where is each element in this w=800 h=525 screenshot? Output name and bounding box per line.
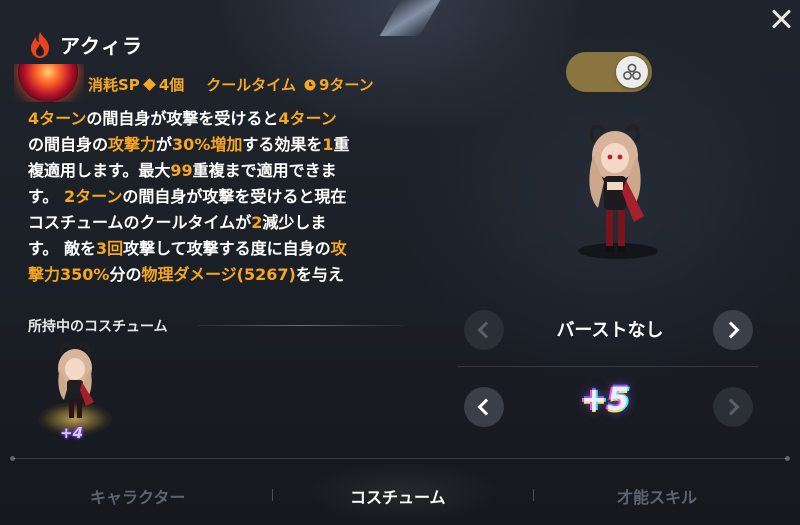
- description-line: す。 敵を3回攻撃して攻撃する度に自身の攻: [28, 236, 408, 262]
- tab-separator: [272, 489, 273, 501]
- skill-icon: [14, 64, 84, 102]
- chevron-left-icon: [477, 398, 495, 416]
- cooldown-value: 9ターン: [318, 76, 374, 94]
- highlight-text: 攻: [330, 239, 347, 258]
- description-text: が: [156, 135, 173, 154]
- upgrade-next-button[interactable]: [713, 387, 753, 427]
- cooldown-label: クールタイム: [206, 76, 296, 94]
- description-text: 複適用します。最大: [28, 161, 171, 180]
- tab-talent-skill[interactable]: 才能スキル: [617, 484, 697, 508]
- highlight-text: 1: [322, 135, 334, 154]
- highlight-text: 撃力350%: [28, 265, 110, 284]
- highlight-text: 物理ダメージ(5267): [141, 265, 296, 284]
- description-text: す。: [28, 187, 64, 206]
- divider: [198, 325, 403, 326]
- highlight-text: 4ターン: [28, 109, 87, 128]
- group-icon: [623, 63, 641, 80]
- tab-character[interactable]: キャラクター: [90, 484, 185, 508]
- description-text: 重複まで適用できま: [192, 161, 337, 180]
- description-line: 撃力350%分の物理ダメージ(5267)を与え: [28, 262, 408, 288]
- highlight-text: 4ターン: [278, 109, 337, 128]
- character-preview: [589, 124, 644, 252]
- description-text: す。 敵を: [28, 239, 96, 258]
- description-text: 重: [333, 135, 350, 154]
- highlight-text: 99: [170, 161, 193, 180]
- character-icon: [58, 343, 94, 418]
- tab-separator: [533, 489, 534, 501]
- skill-description[interactable]: 4ターンの間自身が攻撃を受けると4ターン の間自身の攻撃力が30%増加する効果を1…: [28, 106, 408, 298]
- description-line: 4ターンの間自身が攻撃を受けると4ターン: [28, 106, 408, 132]
- description-text: 分の: [109, 265, 142, 284]
- close-button[interactable]: [768, 6, 794, 32]
- highlight-text: 30%増加: [172, 135, 243, 154]
- toggle-knob: [616, 56, 648, 88]
- sp-cost-label: 消耗SP: [88, 76, 140, 94]
- highlight-text: 攻撃力: [108, 135, 157, 154]
- title-row: アクィラ: [28, 30, 143, 59]
- description-line: 複適用します。最大99重複まで適用できま: [28, 158, 408, 184]
- highlight-text: 3回: [95, 239, 124, 258]
- description-text: の間自身が攻撃を受けると現在: [122, 187, 347, 206]
- tab-costume[interactable]: コスチューム: [350, 484, 446, 508]
- description-line: す。 2ターンの間自身が攻撃を受けると現在: [28, 184, 408, 210]
- description-line: の間自身の攻撃力が30%増加する効果を1重: [28, 132, 408, 158]
- group-toggle[interactable]: [566, 52, 652, 92]
- description-text: 減少しま: [262, 213, 327, 232]
- chevron-right-icon: [722, 398, 740, 416]
- burst-next-button[interactable]: [713, 310, 753, 350]
- upgrade-level: +5: [580, 380, 630, 418]
- highlight-text: 2ターン: [63, 187, 123, 206]
- description-line: コスチュームのクールタイムが2減少しま: [28, 210, 408, 236]
- owned-costume-thumbnail[interactable]: [38, 340, 112, 436]
- fire-icon: [31, 31, 49, 58]
- sp-cost-value: 4個: [158, 76, 185, 94]
- divider: [458, 366, 758, 367]
- owned-costume-label: 所持中のコスチューム: [28, 319, 168, 335]
- description-text: の間自身の: [28, 135, 109, 154]
- description-text: コスチュームのクールタイムが: [28, 213, 252, 232]
- page-title: アクィラ: [60, 34, 143, 58]
- tab-bar-divider: [10, 456, 790, 461]
- owned-upgrade-level: +4: [60, 424, 84, 442]
- clock-icon: [304, 79, 316, 90]
- burst-prev-button[interactable]: [464, 310, 504, 350]
- diamond-icon: [142, 78, 156, 91]
- upgrade-prev-button[interactable]: [464, 387, 504, 427]
- description-text: 攻撃して攻撃する度に自身の: [123, 239, 331, 258]
- burst-label: バーストなし: [556, 320, 664, 341]
- chevron-left-icon: [477, 321, 495, 339]
- chevron-right-icon: [722, 321, 740, 339]
- description-text: の間自身が攻撃を受けると: [86, 109, 279, 128]
- description-text: を与え: [295, 265, 344, 284]
- description-text: する効果を: [242, 135, 323, 154]
- highlight-text: 2: [251, 213, 263, 232]
- skill-cost-line: 消耗SP 4個 クールタイム 9ターン: [88, 74, 374, 95]
